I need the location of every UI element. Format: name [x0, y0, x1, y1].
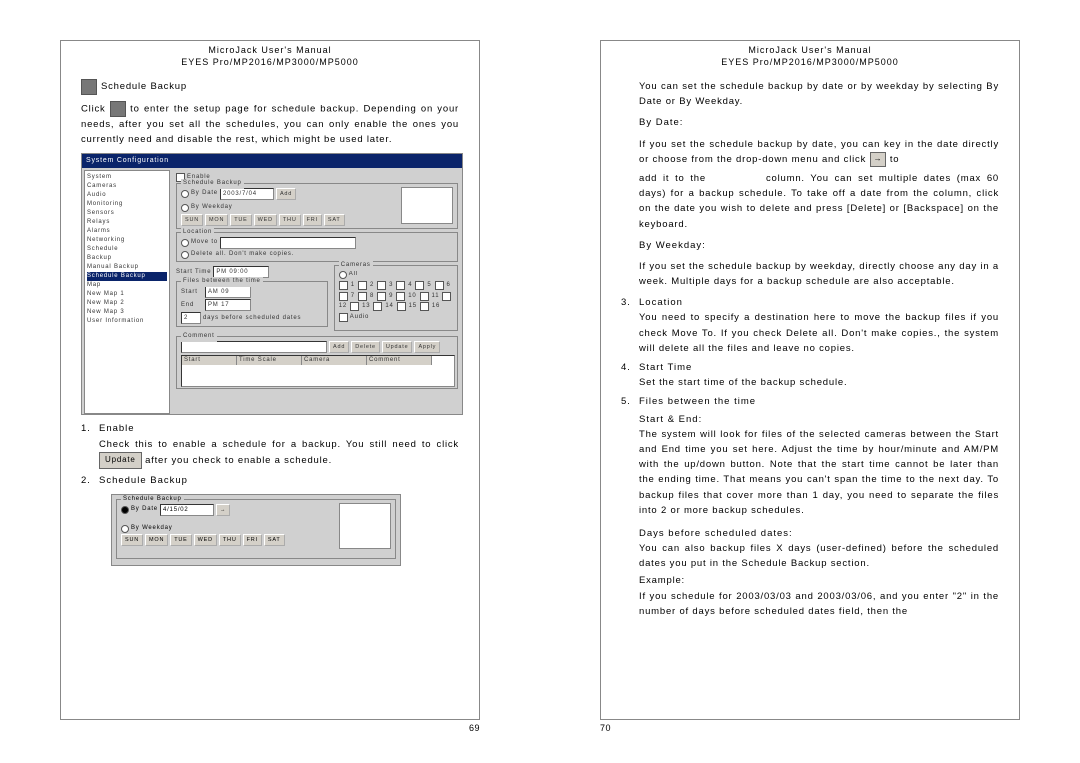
days-input[interactable]: 2	[181, 312, 201, 324]
item5-example-body: If you schedule for 2003/03/03 and 2003/…	[639, 589, 999, 619]
byweekday-title: By Weekday:	[639, 238, 999, 253]
ss-tree: System Cameras Audio Monitoring Sensors …	[84, 170, 170, 414]
item1-body: Check this to enable a schedule for a ba…	[99, 437, 459, 469]
header-line1: MicroJack User's Manual	[61, 45, 479, 55]
update-button-inline: Update	[99, 452, 142, 469]
bydate-title: By Date:	[639, 115, 999, 130]
item-1: 1. Enable Check this to enable a schedul…	[81, 421, 459, 468]
ss-panel: Enable Schedule Backup By Date 2003/7/04…	[172, 168, 462, 416]
item5-title: Files between the time	[639, 394, 999, 409]
item5-example-title: Example:	[639, 573, 999, 588]
by-date-radio[interactable]	[181, 190, 189, 198]
comment-input[interactable]	[181, 341, 327, 353]
intro-rest: to enter the setup page for schedule bac…	[81, 104, 459, 146]
moveto-input[interactable]	[220, 237, 356, 249]
p-overview: You can set the schedule backup by date …	[639, 79, 999, 109]
comment-add-button[interactable]: Add	[329, 341, 349, 353]
item-2: 2. Schedule Backup	[81, 473, 459, 488]
intro-click: Click	[81, 104, 106, 115]
ss-titlebar: System Configuration	[82, 154, 462, 167]
deleteall-radio[interactable]	[181, 251, 189, 259]
item5-days-title: Days before scheduled dates:	[639, 526, 999, 541]
item1-title: Enable	[99, 421, 459, 436]
item5-days-body: You can also backup files X days (user-d…	[639, 541, 999, 571]
header-line2: EYES Pro/MP2016/MP3000/MP5000	[601, 57, 1019, 67]
item2-title: Schedule Backup	[99, 473, 459, 488]
dates-column[interactable]	[401, 187, 453, 224]
page-frame: MicroJack User's Manual EYES Pro/MP2016/…	[600, 40, 1020, 720]
page-frame: MicroJack User's Manual EYES Pro/MP2016/…	[60, 40, 480, 720]
item-5: 5. Files between the time Start & End: T…	[621, 394, 999, 619]
moveto-radio[interactable]	[181, 239, 189, 247]
click-icon	[110, 101, 126, 117]
add-date-button[interactable]: Add	[276, 188, 296, 200]
arrow-button-inline: →	[870, 152, 887, 167]
page-number-left: 69	[469, 723, 480, 733]
by-weekday-radio[interactable]	[181, 204, 189, 212]
item5-startend-title: Start & End:	[639, 412, 999, 427]
item4-title: Start Time	[639, 360, 999, 375]
header-line1: MicroJack User's Manual	[601, 45, 1019, 55]
item3-body: You need to specify a destination here t…	[639, 310, 999, 356]
section-title-text: Schedule Backup	[101, 79, 187, 94]
page-right: MicroJack User's Manual EYES Pro/MP2016/…	[540, 0, 1080, 763]
schedule-table: StartTime ScaleCameraComment	[181, 355, 455, 387]
schedule-backup-icon	[81, 79, 97, 95]
blank-column-placeholder	[706, 173, 766, 183]
bydate-body: If you set the schedule backup by date, …	[639, 137, 999, 167]
page-left: MicroJack User's Manual EYES Pro/MP2016/…	[0, 0, 540, 763]
file-end-input[interactable]: PM 17	[205, 299, 251, 311]
date-input[interactable]: 2003/7/04	[220, 188, 274, 200]
byweekday-body: If you set the schedule backup by weekda…	[639, 259, 999, 289]
file-start-input[interactable]: AM 09	[205, 286, 251, 298]
item4-body: Set the start time of the backup schedul…	[639, 375, 999, 390]
page-number-right: 70	[600, 723, 611, 733]
item5-startend-body: The system will look for files of the se…	[639, 427, 999, 518]
intro-paragraph: Click to enter the setup page for schedu…	[81, 101, 459, 147]
bydate-body2: add it to thecolumn. You can set multipl…	[639, 171, 999, 232]
header-line2: EYES Pro/MP2016/MP3000/MP5000	[61, 57, 479, 67]
schedule-backup-small-screenshot: Schedule Backup By Date 4/15/02 → By Wee…	[111, 494, 401, 566]
section-schedule-backup: Schedule Backup	[81, 79, 459, 95]
item-3: 3. Location You need to specify a destin…	[621, 295, 999, 356]
item3-title: Location	[639, 295, 999, 310]
system-configuration-screenshot: System Configuration System Cameras Audi…	[81, 153, 463, 415]
item-4: 4. Start Time Set the start time of the …	[621, 360, 999, 390]
